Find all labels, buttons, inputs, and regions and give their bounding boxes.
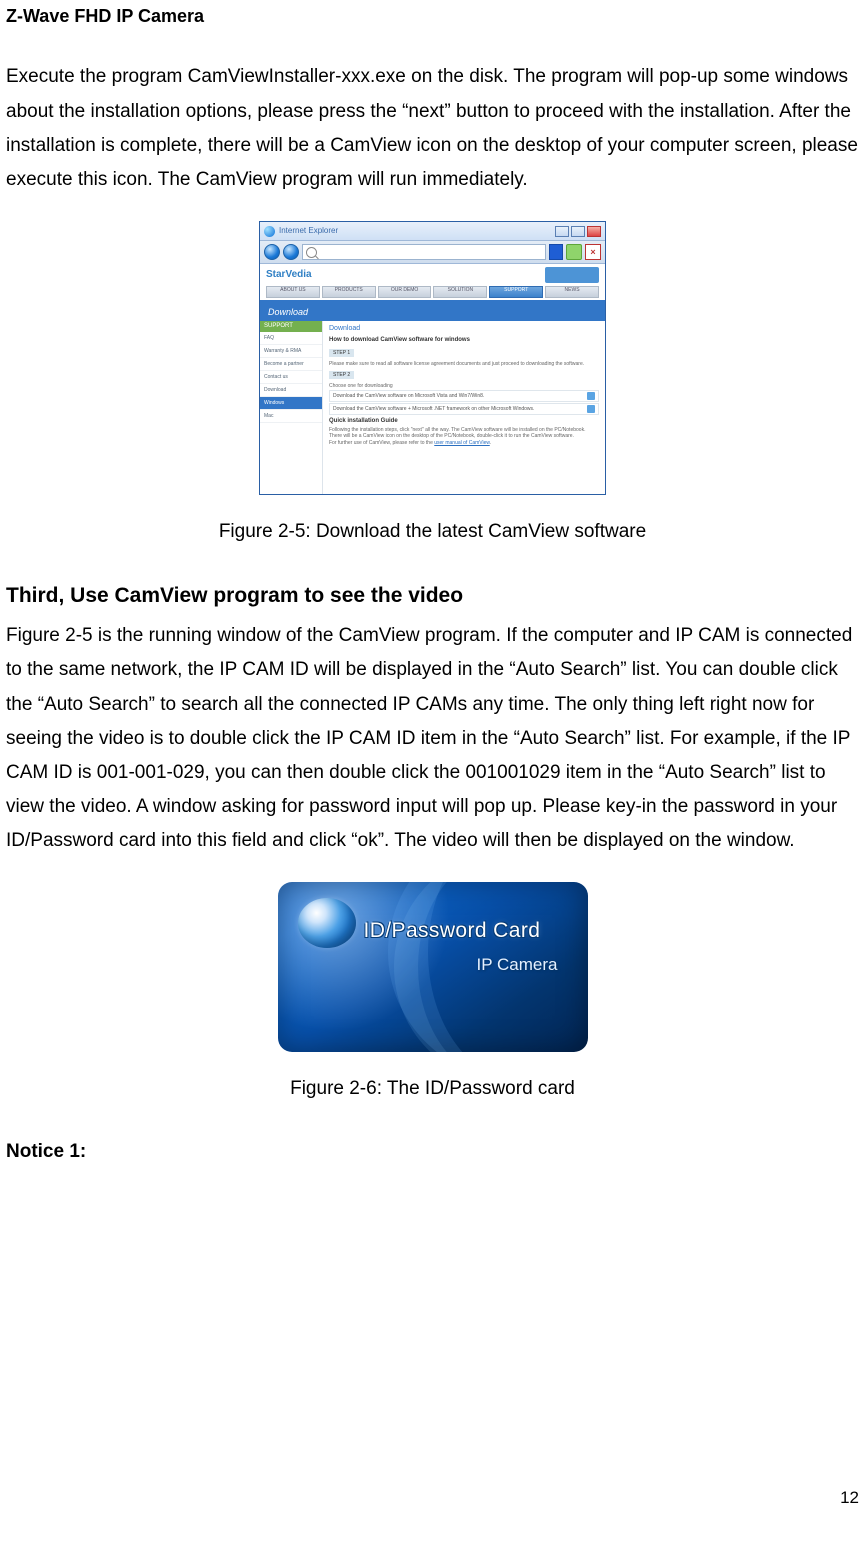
- page-number: 12: [840, 1483, 859, 1514]
- sidebar-heading: SUPPORT: [260, 321, 322, 332]
- sidebar-partner: Become a partner: [260, 358, 322, 371]
- browser-title-text: Internet Explorer: [279, 226, 555, 236]
- support-sidebar: SUPPORT FAQ Warranty & RMA Become a part…: [260, 321, 323, 494]
- sidebar-mac: Mac: [260, 410, 322, 423]
- download-page: Download How to download CamView softwar…: [323, 321, 605, 494]
- download-banner: Download: [260, 303, 605, 321]
- sidebar-faq: FAQ: [260, 332, 322, 345]
- download-title: Download: [329, 325, 599, 333]
- download-subtitle: How to download CamView software for win…: [329, 337, 599, 344]
- further-use-text: For further use of CamView, please refer…: [329, 440, 599, 446]
- menu-ourdemo: OUR DEMO: [378, 286, 432, 298]
- site-brand: StarVedia: [266, 269, 312, 281]
- card-globe-icon: [298, 898, 356, 948]
- nav-back-icon: [264, 244, 280, 260]
- ie-icon: [264, 226, 275, 237]
- card-subtitle-text: IP Camera: [477, 950, 558, 981]
- document-page: Z-Wave FHD IP Camera Execute the program…: [0, 0, 865, 1520]
- download-icon: [587, 405, 595, 413]
- window-close-icon: [587, 226, 601, 237]
- page-header-title: Z-Wave FHD IP Camera: [6, 0, 859, 32]
- step-1-text: Please make sure to read all software li…: [329, 361, 599, 367]
- section-title-third: Third, Use CamView program to see the vi…: [6, 577, 859, 615]
- window-maximize-icon: [571, 226, 585, 237]
- notice-heading: Notice 1:: [6, 1135, 859, 1169]
- quick-guide-heading: Quick installation Guide: [329, 418, 599, 425]
- sidebar-download: Download: [260, 384, 322, 397]
- sidebar-contact: Contact us: [260, 371, 322, 384]
- step-1-badge: STEP 1: [329, 349, 354, 357]
- figure-2-5-caption: Figure 2-5: Download the latest CamView …: [6, 515, 859, 549]
- id-password-card-mock: ID/Password Card IP Camera: [278, 882, 588, 1052]
- menu-about: ABOUT US: [266, 286, 320, 298]
- figure-2-6-caption: Figure 2-6: The ID/Password card: [6, 1072, 859, 1106]
- paragraph-camview-usage: Figure 2-5 is the running window of the …: [6, 619, 859, 858]
- sidebar-warranty: Warranty & RMA: [260, 345, 322, 358]
- menu-support: SUPPORT: [489, 286, 543, 298]
- paragraph-install: Execute the program CamViewInstaller-xxx…: [6, 60, 859, 197]
- browser-window-mock: Internet Explorer × StarVedia: [259, 221, 606, 495]
- menu-products: PRODUCTS: [322, 286, 376, 298]
- download-row-1: Download the CamView software on Microso…: [329, 390, 599, 402]
- step-2-text: Choose one for downloading: [329, 383, 599, 389]
- menu-solution: SOLUTION: [433, 286, 487, 298]
- figure-2-6: ID/Password Card IP Camera: [6, 882, 859, 1052]
- site-menubar: ABOUT US PRODUCTS OUR DEMO SOLUTION SUPP…: [260, 286, 605, 303]
- browser-navbar: ×: [260, 241, 605, 264]
- guide-text: Following the installation steps, click …: [329, 427, 599, 439]
- search-icon: [306, 247, 317, 258]
- step-2-badge: STEP 2: [329, 371, 354, 379]
- sidebar-windows: Windows: [260, 397, 322, 410]
- go-icon: [566, 244, 582, 260]
- stop-icon: ×: [585, 244, 601, 260]
- window-minimize-icon: [555, 226, 569, 237]
- nav-forward-icon: [283, 244, 299, 260]
- address-bar: [302, 244, 546, 260]
- figure-2-5: Internet Explorer × StarVedia: [6, 221, 859, 495]
- download-row-2: Download the CamView software + Microsof…: [329, 403, 599, 415]
- user-manual-link: user manual of CamView: [434, 440, 490, 446]
- download-icon: [587, 392, 595, 400]
- dropdown-icon: [549, 244, 563, 260]
- id-card-thumb-icon: [545, 267, 599, 283]
- menu-news: NEWS: [545, 286, 599, 298]
- browser-titlebar: Internet Explorer: [260, 222, 605, 241]
- browser-content: StarVedia ABOUT US PRODUCTS OUR DEMO SOL…: [260, 264, 605, 494]
- card-title-text: ID/Password Card: [364, 912, 541, 950]
